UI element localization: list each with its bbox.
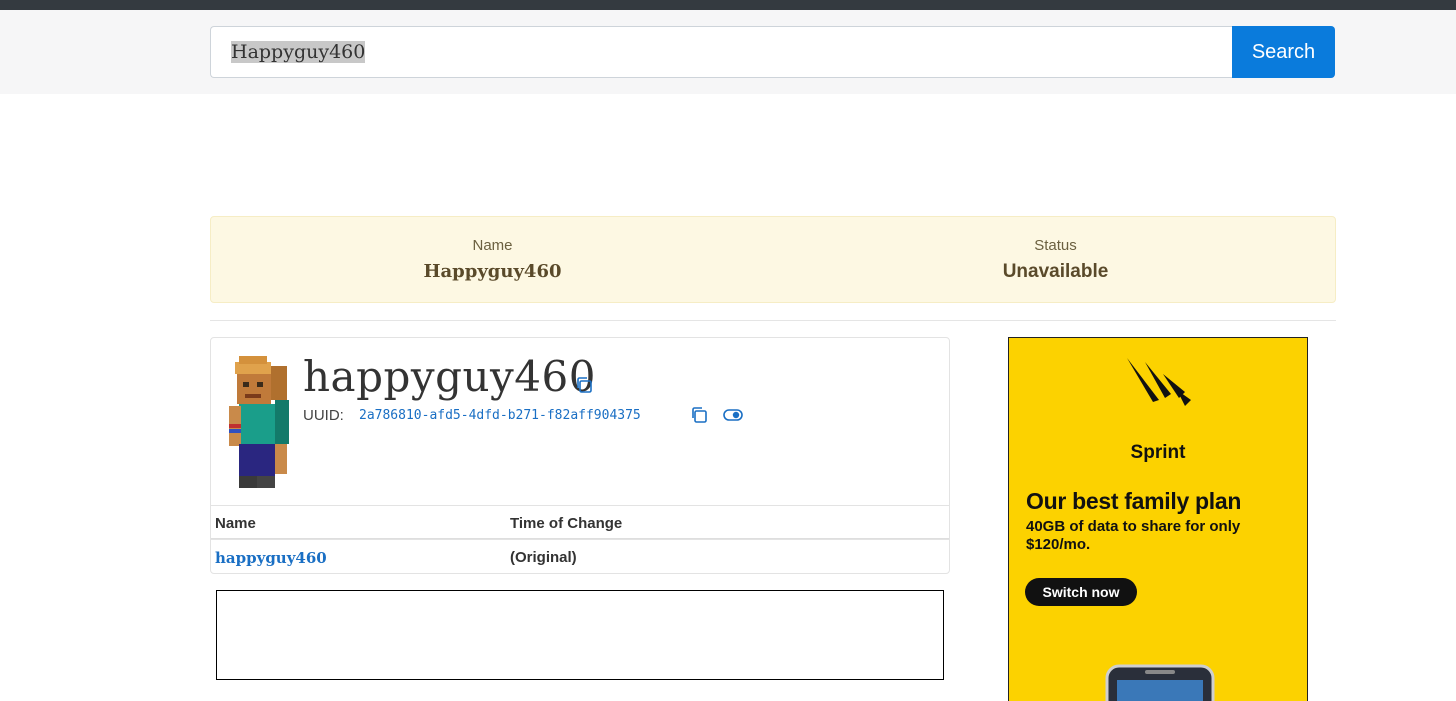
sprint-logo-icon [1127, 358, 1191, 406]
advertisement[interactable]: Sprint Our best family plan 40GB of data… [1008, 337, 1308, 701]
table-header-row: Name Time of Change [211, 505, 949, 539]
name-label: Name [472, 237, 513, 254]
phone-image-icon [1105, 664, 1215, 701]
column-header-time: Time of Change [510, 515, 623, 532]
name-status-panel: Name Happyguy460 Status Unavailable [210, 216, 1336, 303]
search-input[interactable]: Happyguy460 [210, 26, 1233, 78]
name-value: Happyguy460 [423, 261, 562, 282]
search-input-value: Happyguy460 [231, 41, 366, 63]
name-history-table: Name Time of Change happyguy460 (Origina… [211, 505, 949, 573]
table-row: happyguy460 (Original) [211, 539, 949, 573]
copy-icon[interactable] [575, 376, 593, 394]
ad-headline: Our best family plan [1026, 488, 1242, 514]
status-column: Status Unavailable [774, 217, 1337, 304]
profile-username: happyguy460 [303, 352, 596, 401]
status-label: Status [1034, 237, 1077, 254]
ad-subtext: 40GB of data to share for only $120/mo. [1026, 518, 1241, 553]
search-button[interactable]: Search [1232, 26, 1335, 78]
status-value: Unavailable [1002, 261, 1109, 282]
section-divider [210, 320, 1336, 321]
toggle-icon[interactable] [723, 409, 743, 421]
uuid-value[interactable]: 2a786810-afd5-4dfd-b271-f82aff904375 [359, 408, 641, 423]
profile-card: happyguy460 UUID: 2a786810-afd5-4dfd-b27… [210, 337, 950, 574]
copy-icon[interactable] [690, 406, 708, 424]
history-time: (Original) [510, 549, 577, 566]
uuid-label: UUID: [303, 407, 344, 424]
ad-cta-button[interactable]: Switch now [1025, 578, 1137, 606]
column-header-name: Name [215, 515, 256, 532]
ad-brand: Sprint [1130, 442, 1186, 463]
player-skin-avatar [229, 356, 289, 488]
history-name-link[interactable]: happyguy460 [215, 549, 327, 567]
name-column: Name Happyguy460 [211, 217, 774, 304]
top-bar [0, 0, 1456, 10]
empty-ad-frame [216, 590, 944, 680]
